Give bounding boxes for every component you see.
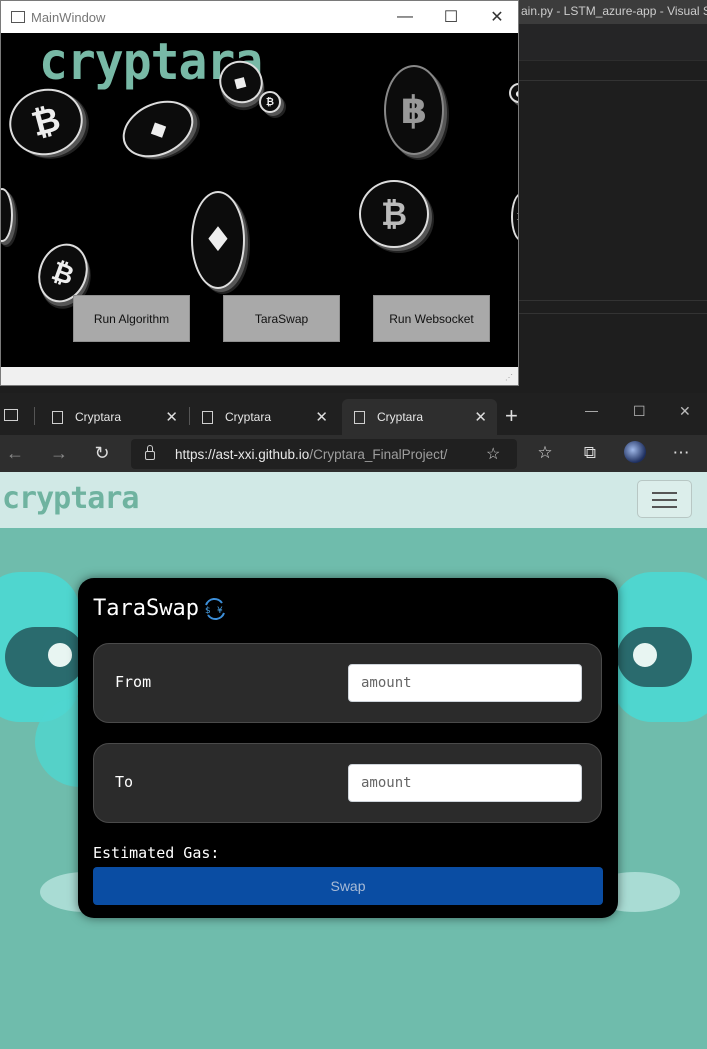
ethereum-coin-icon: ♦: [191, 191, 245, 289]
browser-window: Cryptara ✕ Cryptara ✕ Cryptara ✕ + — ☐ ✕…: [0, 393, 707, 1049]
hamburger-line: [652, 506, 677, 508]
vscode-divider: [519, 313, 707, 314]
page-icon: [354, 410, 365, 424]
browser-tab[interactable]: Cryptara ✕: [190, 399, 338, 435]
vscode-divider: [519, 300, 707, 301]
tab-actions-icon[interactable]: [4, 409, 18, 421]
taraswap-card: TaraSwap $ ¥ From To Estimated Gas: Swap: [78, 578, 618, 918]
favorites-icon[interactable]: ☆: [534, 443, 556, 463]
profile-avatar[interactable]: [624, 441, 646, 463]
browser-tabstrip: Cryptara ✕ Cryptara ✕ Cryptara ✕ + — ☐ ✕: [0, 393, 707, 435]
lock-shackle: [147, 445, 153, 451]
resize-grip-icon[interactable]: ⋰: [505, 373, 515, 383]
browser-minimize-button[interactable]: —: [585, 403, 598, 418]
browser-maximize-button[interactable]: ☐: [633, 403, 646, 420]
new-tab-plus-icon[interactable]: +: [505, 403, 518, 429]
from-label: From: [115, 673, 152, 691]
hamburger-line: [652, 492, 677, 494]
more-menu-icon[interactable]: ⋯: [670, 443, 692, 463]
address-bar[interactable]: https://ast-xxi.github.io/Cryptara_Final…: [131, 439, 517, 469]
web-page: cryptara TaraSwap $ ¥ From amount To amo…: [0, 472, 707, 1049]
ethereum-coin-icon: ◆: [113, 89, 203, 169]
bitcoin-coin-icon: ₿: [511, 193, 518, 241]
url-text[interactable]: https://ast-xxi.github.io/Cryptara_Final…: [175, 447, 447, 462]
currency-exchange-icon: $ ¥: [202, 597, 228, 621]
coin-icon: [1, 188, 13, 242]
vscode-divider: [519, 80, 707, 81]
qt-banner-canvas: cryptara ₿ ◆ ◆ ₿ ฿ ◐ ₿ ₿ ♦ ₿ Run Algorit…: [1, 33, 518, 367]
vscode-window-title: ain.py - LSTM_azure-app - Visual Stu: [521, 4, 707, 18]
qt-statusbar: ⋰: [1, 367, 518, 385]
card-title: TaraSwap: [93, 596, 199, 621]
browser-tab-active[interactable]: Cryptara ✕: [342, 399, 497, 435]
add-favorite-star-icon[interactable]: ☆: [486, 444, 500, 464]
svg-text:¥: ¥: [217, 606, 223, 616]
bitcoin-coin-icon: ₿: [259, 91, 281, 113]
bitcoin-coin-icon: ฿: [384, 65, 444, 155]
collections-icon[interactable]: ⧉: [579, 443, 601, 463]
swap-button[interactable]: Swap: [93, 867, 603, 905]
url-path: /Cryptara_FinalProject/: [309, 447, 448, 462]
to-field-box: To: [93, 743, 602, 823]
forward-arrow-icon[interactable]: →: [48, 443, 70, 464]
taraswap-button[interactable]: TaraSwap: [223, 295, 340, 342]
back-arrow-icon[interactable]: ←: [4, 443, 26, 464]
vscode-tabbar: [519, 24, 707, 61]
bitcoin-coin-icon: ₿: [359, 180, 429, 248]
close-tab-icon[interactable]: ✕: [474, 408, 487, 426]
qt-titlebar: MainWindow — ☐ ✕: [1, 1, 518, 33]
browser-toolbar: ← → ↻ https://ast-xxi.github.io/Cryptara…: [0, 435, 707, 472]
estimated-gas-label: Estimated Gas:: [93, 844, 220, 862]
browser-close-button[interactable]: ✕: [679, 403, 691, 420]
tab-separator: [34, 407, 35, 425]
run-websocket-button[interactable]: Run Websocket: [373, 295, 490, 342]
robot-eye-right: [630, 640, 660, 670]
from-amount-input[interactable]: [348, 664, 582, 702]
minimize-button[interactable]: —: [382, 1, 428, 33]
svg-text:$: $: [205, 606, 211, 616]
run-algorithm-button[interactable]: Run Algorithm: [73, 295, 190, 342]
refresh-icon[interactable]: ↻: [91, 443, 113, 464]
tab-title: Cryptara: [377, 410, 424, 424]
page-icon: [52, 410, 63, 424]
close-button[interactable]: ✕: [474, 1, 520, 33]
site-navbar: cryptara: [0, 472, 707, 528]
tab-title: Cryptara: [75, 410, 122, 424]
qt-window-title: MainWindow: [31, 10, 106, 25]
bitcoin-coin-icon: ₿: [1, 80, 91, 164]
close-tab-icon[interactable]: ✕: [165, 408, 178, 426]
qt-main-window: MainWindow — ☐ ✕ cryptara ₿ ◆ ◆ ₿ ฿ ◐ ₿ …: [0, 0, 519, 386]
to-label: To: [115, 773, 134, 791]
hamburger-menu-button[interactable]: [637, 480, 692, 518]
lock-icon[interactable]: [145, 451, 155, 460]
tab-title: Cryptara: [225, 410, 272, 424]
window-app-icon: [11, 11, 25, 23]
url-host: https://ast-xxi.github.io: [175, 447, 310, 462]
from-field-box: From: [93, 643, 602, 723]
to-amount-input[interactable]: [348, 764, 582, 802]
site-logo[interactable]: cryptara: [2, 481, 139, 516]
coin-icon: ◐: [509, 83, 518, 103]
hamburger-line: [652, 499, 677, 501]
browser-tab[interactable]: Cryptara ✕: [40, 399, 188, 435]
maximize-button[interactable]: ☐: [428, 1, 474, 33]
close-tab-icon[interactable]: ✕: [315, 408, 328, 426]
page-icon: [202, 410, 213, 424]
robot-eye-left: [45, 640, 75, 670]
